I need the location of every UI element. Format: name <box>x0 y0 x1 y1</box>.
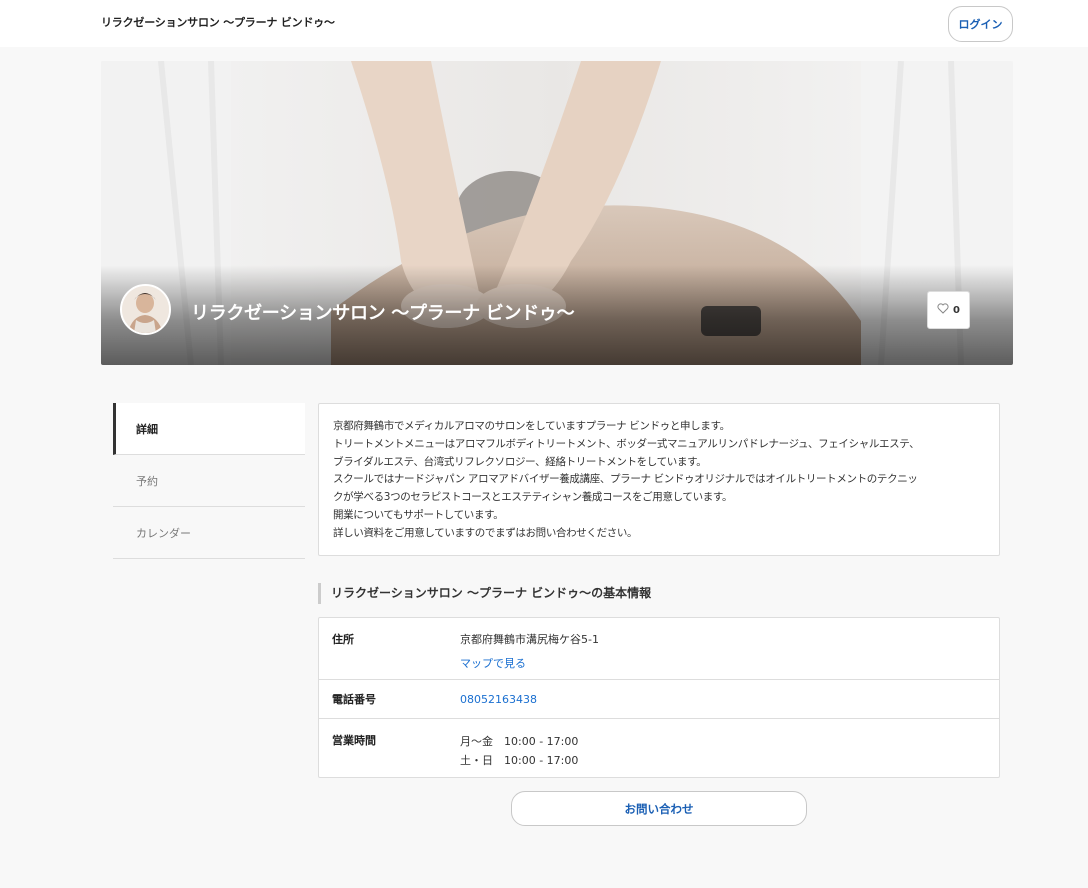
address-label: 住所 <box>332 633 354 646</box>
basic-info-table: 住所 京都府舞鶴市溝尻梅ケ谷5-1 マップで見る 電話番号 0805216343… <box>318 617 1000 778</box>
nav-item-calendar[interactable]: カレンダー <box>113 507 305 559</box>
description-line: 詳しい資料をご用意していますのでまずはお問い合わせください。 <box>333 526 638 539</box>
map-link[interactable]: マップで見る <box>460 655 599 671</box>
hours-line: 土・日 10:00 - 17:00 <box>460 751 578 770</box>
hours-line: 月～金 10:00 - 17:00 <box>460 732 578 751</box>
info-row-phone: 電話番号 08052163438 <box>319 680 999 719</box>
info-row-hours: 営業時間 月～金 10:00 - 17:00 土・日 10:00 - 17:00 <box>319 719 999 777</box>
address-value: 京都府舞鶴市溝尻梅ケ谷5-1 <box>460 633 599 646</box>
site-title[interactable]: リラクゼーションサロン ～プラーナ ビンドゥ～ <box>101 14 335 30</box>
top-bar: リラクゼーションサロン ～プラーナ ビンドゥ～ ログイン <box>0 0 1088 47</box>
hours-value-group: 月～金 10:00 - 17:00 土・日 10:00 - 17:00 <box>460 719 578 777</box>
hours-days: 土・日 <box>460 754 493 767</box>
salon-avatar <box>120 284 171 335</box>
description-line: 京都府舞鶴市でメディカルアロマのサロンをしていますプラーナ ビンドゥと申します。 <box>333 420 730 432</box>
phone-link[interactable]: 08052163438 <box>460 693 537 706</box>
description-line: 開業についてもサポートしています。 <box>333 508 504 521</box>
hours-label: 営業時間 <box>332 734 376 747</box>
side-nav: 詳細 予約 カレンダー <box>113 403 305 559</box>
hours-time: 10:00 - 17:00 <box>504 735 579 748</box>
description-line: ブライダルエステ、台湾式リフレクソロジー、経絡トリートメントをしています。 <box>333 455 707 468</box>
nav-item-reservation[interactable]: 予約 <box>113 455 305 507</box>
description-box: 京都府舞鶴市でメディカルアロマのサロンをしていますプラーナ ビンドゥと申します。… <box>318 403 1000 556</box>
description-line: トリートメントメニューはアロマフルボディトリートメント、ボッダー式マニュアルリン… <box>333 437 920 450</box>
login-button[interactable]: ログイン <box>948 6 1013 42</box>
description-line: スクールではナードジャパン アロマアドバイザー養成講座、プラーナ ビンドゥオリジ… <box>333 473 918 486</box>
address-value-group: 京都府舞鶴市溝尻梅ケ谷5-1 マップで見る <box>460 618 599 679</box>
nav-item-details[interactable]: 詳細 <box>113 403 305 455</box>
info-row-address: 住所 京都府舞鶴市溝尻梅ケ谷5-1 マップで見る <box>319 618 999 680</box>
hero-banner: リラクゼーションサロン ～プラーナ ビンドゥ～ 0 <box>101 61 1013 365</box>
phone-label: 電話番号 <box>332 693 376 706</box>
hero-title: リラクゼーションサロン ～プラーナ ビンドゥ～ <box>191 303 575 324</box>
hours-time: 10:00 - 17:00 <box>504 754 579 767</box>
heart-outline-icon <box>937 303 949 317</box>
basic-info-heading: リラクゼーションサロン ～プラーナ ビンドゥ～の基本情報 <box>318 583 651 604</box>
like-count: 0 <box>953 304 960 316</box>
like-button[interactable]: 0 <box>927 291 970 329</box>
contact-button[interactable]: お問い合わせ <box>511 791 807 826</box>
description-line: クが学べる3つのセラピストコースとエステティシャン養成コースをご用意しています。 <box>333 491 733 504</box>
hours-days: 月～金 <box>460 735 493 748</box>
